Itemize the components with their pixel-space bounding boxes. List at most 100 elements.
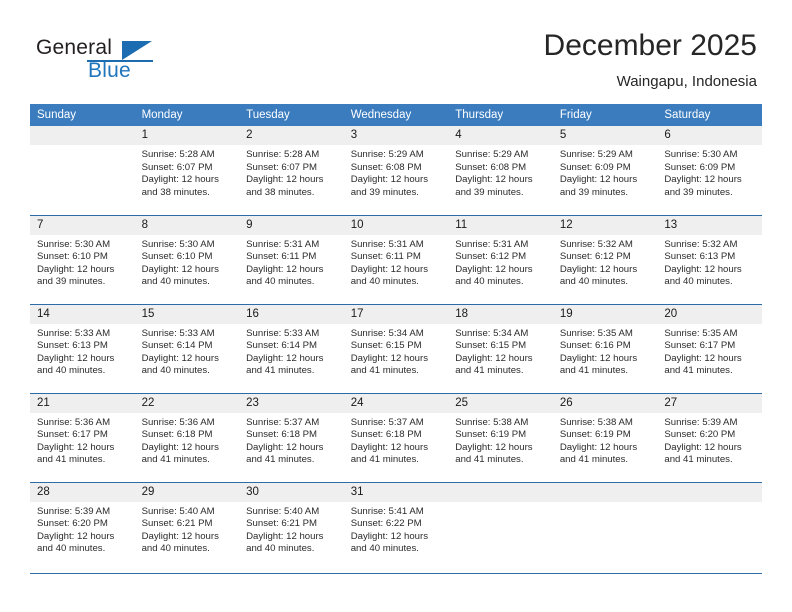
- day-detail: Sunrise: 5:36 AM Sunset: 6:18 PM Daylight:…: [135, 413, 240, 467]
- day-cell-inner: 28 Sunrise: 5:39 AM Sunset: 6:20 PM Dayligh…: [30, 482, 135, 572]
- day-detail-daylight-2: and 41 minutes.: [559, 454, 629, 466]
- calendar-day-cell[interactable]: 21 Sunrise: 5:36 AM Sunset: 6:17 PM Dayligh…: [30, 392, 135, 482]
- day-detail-daylight-2: and 41 minutes.: [350, 365, 419, 377]
- day-detail-daylight-2: and 41 minutes.: [559, 365, 629, 377]
- calendar-day-cell[interactable]: 9 Sunrise: 5:31 AM Sunset: 6:11 PM Daylight…: [239, 214, 344, 304]
- calendar-day-cell-empty: [448, 481, 553, 572]
- day-detail: Sunrise: 5:37 AM Sunset: 6:18 PM Daylight:…: [344, 413, 449, 467]
- calendar-day-cell[interactable]: 22 Sunrise: 5:36 AM Sunset: 6:18 PM Dayligh…: [134, 392, 240, 482]
- day-detail-daylight-1: Daylight: 12 hours: [350, 530, 429, 542]
- day-detail: Sunrise: 5:34 AM Sunset: 6:15 PM Daylight:…: [344, 324, 449, 378]
- calendar-day-cell[interactable]: 10 Sunrise: 5:31 AM Sunset: 6:11 PM Dayligh…: [343, 214, 449, 304]
- day-cell-inner: 19 Sunrise: 5:35 AM Sunset: 6:16 PM Dayligh…: [552, 304, 658, 393]
- calendar-day-cell[interactable]: 16 Sunrise: 5:33 AM Sunset: 6:14 PM Dayligh…: [239, 303, 344, 393]
- calendar-day-cell[interactable]: 13 Sunrise: 5:32 AM Sunset: 6:13 PM Dayligh…: [657, 214, 762, 304]
- calendar-day-cell[interactable]: 26 Sunrise: 5:38 AM Sunset: 6:19 PM Dayligh…: [552, 392, 658, 482]
- calendar-day-cell[interactable]: 30 Sunrise: 5:40 AM Sunset: 6:21 PM Dayligh…: [239, 481, 344, 571]
- day-detail: Sunrise: 5:28 AM Sunset: 6:07 PM Daylight:…: [135, 145, 240, 199]
- calendar-day-cell[interactable]: 14 Sunrise: 5:33 AM Sunset: 6:13 PM Dayligh…: [30, 303, 135, 393]
- day-number: 31: [343, 482, 449, 502]
- day-detail-sunrise: Sunrise: 5:30 AM: [664, 149, 738, 160]
- day-number: 28: [30, 482, 135, 502]
- calendar-page: General Blue December 2025 Waingapu, Ind…: [0, 0, 792, 612]
- day-number-bar: [552, 482, 658, 502]
- day-detail-sunrise: Sunrise: 5:31 AM: [246, 238, 320, 250]
- day-detail-daylight-1: Daylight: 12 hours: [37, 263, 115, 275]
- calendar-day-cell[interactable]: 1 Sunrise: 5:28 AM Sunset: 6:07 PM Daylight…: [134, 126, 240, 215]
- general-blue-logo[interactable]: General Blue: [36, 36, 216, 88]
- day-detail-daylight-1: Daylight: 12 hours: [350, 174, 429, 186]
- day-detail-sunset: Sunset: 6:14 PM: [246, 340, 318, 352]
- day-number: 12: [552, 215, 658, 235]
- calendar-day-cell[interactable]: 24 Sunrise: 5:37 AM Sunset: 6:18 PM Dayligh…: [343, 392, 449, 482]
- day-detail-sunset: Sunset: 6:22 PM: [350, 518, 422, 530]
- day-detail-daylight-1: Daylight: 12 hours: [455, 263, 533, 275]
- calendar-week-row: 1 Sunrise: 5:28 AM Sunset: 6:07 PM Daylight…: [30, 126, 762, 215]
- calendar-day-cell[interactable]: 7 Sunrise: 5:30 AM Sunset: 6:10 PM Daylight…: [30, 214, 135, 304]
- day-detail: Sunrise: 5:35 AM Sunset: 6:17 PM Daylight:…: [657, 324, 762, 378]
- calendar-day-cell[interactable]: 11 Sunrise: 5:31 AM Sunset: 6:12 PM Dayligh…: [448, 214, 553, 304]
- day-cell-inner: 14 Sunrise: 5:33 AM Sunset: 6:13 PM Dayligh…: [30, 304, 135, 393]
- day-number: 14: [30, 304, 135, 324]
- calendar-day-cell[interactable]: 8 Sunrise: 5:30 AM Sunset: 6:10 PM Daylight…: [134, 214, 240, 304]
- day-detail-daylight-1: Daylight: 12 hours: [455, 352, 533, 364]
- day-detail-daylight-2: and 41 minutes.: [246, 454, 315, 466]
- day-detail-sunrise: Sunrise: 5:41 AM: [350, 505, 424, 517]
- day-detail-daylight-2: and 40 minutes.: [664, 276, 733, 288]
- weekday-header-saturday: Saturday: [657, 104, 762, 126]
- day-number: 22: [134, 393, 240, 413]
- calendar-day-cell[interactable]: 18 Sunrise: 5:34 AM Sunset: 6:15 PM Dayligh…: [448, 303, 553, 393]
- weekday-header-tuesday: Tuesday: [239, 104, 344, 126]
- day-detail-sunset: Sunset: 6:16 PM: [559, 340, 631, 352]
- calendar-week-row: 14 Sunrise: 5:33 AM Sunset: 6:13 PM Dayligh…: [30, 303, 762, 393]
- day-detail-daylight-1: Daylight: 12 hours: [141, 174, 219, 186]
- day-detail: Sunrise: 5:36 AM Sunset: 6:17 PM Daylight:…: [30, 413, 135, 467]
- day-detail: Sunrise: 5:34 AM Sunset: 6:15 PM Daylight:…: [448, 324, 553, 378]
- calendar-day-cell[interactable]: 29 Sunrise: 5:40 AM Sunset: 6:21 PM Dayligh…: [134, 481, 240, 571]
- day-detail: Sunrise: 5:40 AM Sunset: 6:21 PM Daylight:…: [135, 502, 240, 556]
- day-detail-sunrise: Sunrise: 5:37 AM: [350, 416, 424, 428]
- day-detail: Sunrise: 5:29 AM Sunset: 6:09 PM Daylight:…: [553, 145, 658, 199]
- day-detail-sunset: Sunset: 6:17 PM: [664, 340, 736, 352]
- day-number: 7: [30, 215, 135, 235]
- calendar-day-cell[interactable]: 17 Sunrise: 5:34 AM Sunset: 6:15 PM Dayligh…: [343, 303, 449, 393]
- calendar-day-cell[interactable]: 4 Sunrise: 5:29 AM Sunset: 6:08 PM Daylight…: [448, 126, 553, 215]
- calendar-day-cell[interactable]: 5 Sunrise: 5:29 AM Sunset: 6:09 PM Daylight…: [552, 126, 658, 215]
- calendar-day-cell[interactable]: 15 Sunrise: 5:33 AM Sunset: 6:14 PM Dayligh…: [134, 303, 240, 393]
- day-detail-daylight-2: and 40 minutes.: [350, 276, 419, 288]
- title-block: December 2025 Waingapu, Indonesia: [544, 28, 757, 92]
- day-number: 5: [552, 126, 658, 145]
- day-number-bar: [30, 126, 135, 145]
- day-detail-sunset: Sunset: 6:21 PM: [141, 518, 213, 530]
- day-detail-daylight-2: and 41 minutes.: [141, 454, 210, 466]
- day-cell-inner: 13 Sunrise: 5:32 AM Sunset: 6:13 PM Dayligh…: [657, 215, 762, 304]
- day-detail-daylight-2: and 40 minutes.: [455, 276, 524, 288]
- day-detail-sunrise: Sunrise: 5:29 AM: [559, 149, 633, 160]
- day-detail-daylight-2: and 39 minutes.: [37, 276, 106, 288]
- day-cell-inner: 4 Sunrise: 5:29 AM Sunset: 6:08 PM Daylight…: [448, 126, 553, 215]
- empty-cell-inner: [448, 482, 553, 572]
- calendar-day-cell[interactable]: 19 Sunrise: 5:35 AM Sunset: 6:16 PM Dayligh…: [552, 303, 658, 393]
- day-detail: Sunrise: 5:37 AM Sunset: 6:18 PM Daylight:…: [239, 413, 344, 467]
- day-cell-inner: 15 Sunrise: 5:33 AM Sunset: 6:14 PM Dayligh…: [134, 304, 240, 393]
- day-cell-inner: 21 Sunrise: 5:36 AM Sunset: 6:17 PM Dayligh…: [30, 393, 135, 482]
- calendar-day-cell[interactable]: 23 Sunrise: 5:37 AM Sunset: 6:18 PM Dayligh…: [239, 392, 344, 482]
- day-detail-daylight-1: Daylight: 12 hours: [350, 263, 429, 275]
- day-detail: Sunrise: 5:29 AM Sunset: 6:08 PM Daylight:…: [448, 145, 553, 199]
- calendar-day-cell[interactable]: 2 Sunrise: 5:28 AM Sunset: 6:07 PM Daylight…: [239, 126, 344, 215]
- day-detail-sunset: Sunset: 6:13 PM: [664, 251, 736, 263]
- logo-text-general: General: [36, 36, 113, 59]
- day-detail-sunset: Sunset: 6:07 PM: [246, 161, 318, 173]
- day-detail-daylight-1: Daylight: 12 hours: [37, 530, 115, 542]
- calendar-day-cell[interactable]: 12 Sunrise: 5:32 AM Sunset: 6:12 PM Dayligh…: [552, 214, 658, 304]
- calendar-day-cell[interactable]: 3 Sunrise: 5:29 AM Sunset: 6:08 PM Daylight…: [343, 126, 449, 215]
- day-number: 3: [343, 126, 449, 145]
- calendar-day-cell[interactable]: 20 Sunrise: 5:35 AM Sunset: 6:17 PM Dayligh…: [657, 303, 762, 393]
- calendar-day-cell[interactable]: 6 Sunrise: 5:30 AM Sunset: 6:09 PM Daylight…: [657, 126, 762, 215]
- calendar-day-cell[interactable]: 31 Sunrise: 5:41 AM Sunset: 6:22 PM Dayligh…: [343, 481, 449, 571]
- calendar-day-cell[interactable]: 25 Sunrise: 5:38 AM Sunset: 6:19 PM Dayligh…: [448, 392, 553, 482]
- day-detail-daylight-1: Daylight: 12 hours: [455, 174, 533, 186]
- calendar-day-cell[interactable]: 28 Sunrise: 5:39 AM Sunset: 6:20 PM Dayligh…: [30, 481, 135, 572]
- calendar-day-cell[interactable]: 27 Sunrise: 5:39 AM Sunset: 6:20 PM Dayligh…: [657, 392, 762, 482]
- day-number: 29: [134, 482, 240, 502]
